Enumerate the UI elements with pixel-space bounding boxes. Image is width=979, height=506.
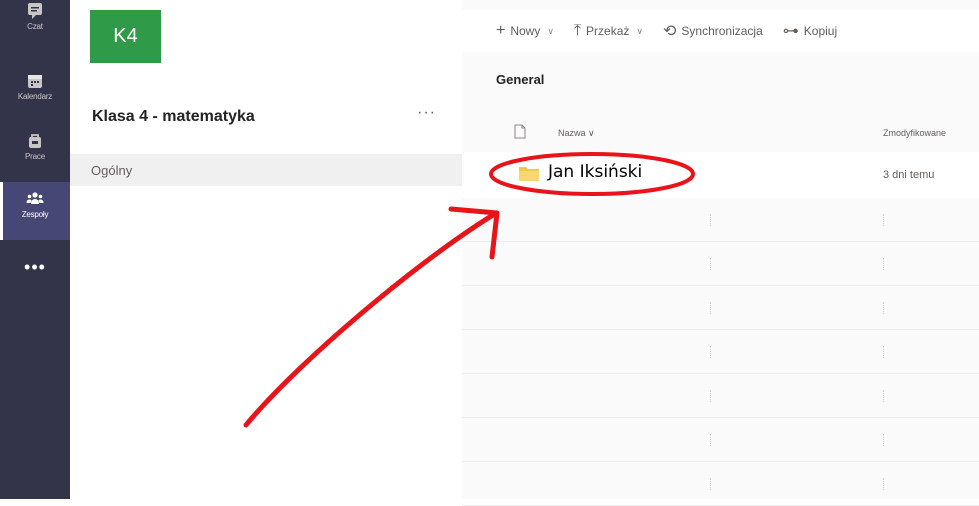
sync-icon: ⟲ [662, 23, 677, 40]
empty-row [462, 330, 979, 374]
sync-button[interactable]: ⟲ Synchronizacja [663, 21, 763, 41]
team-more-options-button[interactable]: ··· [417, 104, 436, 122]
command-bar: + Nowy ∨ ⤒ Przekaż ∨ ⟲ Synchronizacja ⊶ … [462, 10, 979, 52]
rail-item-assignments[interactable]: Prace [0, 130, 70, 188]
rail-item-calendar[interactable]: Kalendarz [0, 70, 70, 128]
assignments-icon [29, 134, 41, 148]
chevron-down-icon: ∨ [547, 25, 554, 36]
file-modified: 3 dni temu [883, 169, 935, 181]
chevron-down-icon: ∨ [636, 25, 643, 36]
rail-label: Kalendarz [17, 92, 53, 101]
team-panel: K4 Klasa 4 - matematyka ··· Ogólny [70, 0, 462, 499]
sync-button-label: Synchronizacja [681, 24, 763, 38]
rail-item-teams[interactable]: Zespoły [0, 182, 70, 240]
channel-item-general[interactable]: Ogólny [70, 154, 462, 186]
app-rail: Czat Kalendarz Prace Zespoły ••• [0, 0, 70, 499]
chevron-down-icon: ∨ [588, 128, 595, 138]
files-pane: + Nowy ∨ ⤒ Przekaż ∨ ⟲ Synchronizacja ⊶ … [462, 0, 979, 506]
empty-row [462, 198, 979, 242]
column-header-modified[interactable]: Zmodyfikowane [883, 128, 946, 138]
folder-icon [519, 167, 539, 181]
column-header-name[interactable]: Nazwa ∨ [558, 128, 595, 139]
file-name[interactable]: Jan Iksiński [548, 162, 642, 182]
rail-label: Zespoły [21, 210, 49, 219]
copy-link-button[interactable]: ⊶ Kopiuj [783, 21, 837, 41]
file-type-icon [514, 124, 526, 139]
upload-icon: ⤒ [573, 22, 582, 39]
table-row[interactable]: Jan Iksiński 3 dni temu [462, 152, 979, 198]
rail-item-chat[interactable]: Czat [0, 0, 70, 58]
teams-icon [26, 192, 44, 204]
rail-label: Czat [27, 22, 43, 31]
channel-label: Ogólny [91, 162, 133, 178]
empty-row [462, 418, 979, 462]
column-header-row: Nazwa ∨ Zmodyfikowane [462, 118, 979, 150]
team-avatar[interactable]: K4 [90, 10, 161, 63]
rail-more-button[interactable]: ••• [0, 258, 70, 276]
new-button-label: Nowy [510, 24, 541, 38]
empty-row [462, 374, 979, 418]
upload-button-label: Przekaż [586, 24, 630, 38]
plus-icon: + [496, 22, 506, 39]
empty-row [462, 286, 979, 330]
calendar-icon [28, 75, 42, 88]
chat-icon [28, 3, 42, 19]
upload-button[interactable]: ⤒ Przekaż ∨ [574, 22, 643, 40]
new-button[interactable]: + Nowy ∨ [496, 22, 554, 40]
copy-link-button-label: Kopiuj [803, 24, 838, 38]
team-name[interactable]: Klasa 4 - matematyka [92, 108, 255, 126]
breadcrumb[interactable]: General [496, 72, 544, 87]
empty-row [462, 242, 979, 286]
link-icon: ⊶ [782, 23, 799, 40]
column-header-name-label: Nazwa [558, 128, 586, 138]
empty-row [462, 462, 979, 506]
rail-label: Prace [25, 152, 45, 161]
